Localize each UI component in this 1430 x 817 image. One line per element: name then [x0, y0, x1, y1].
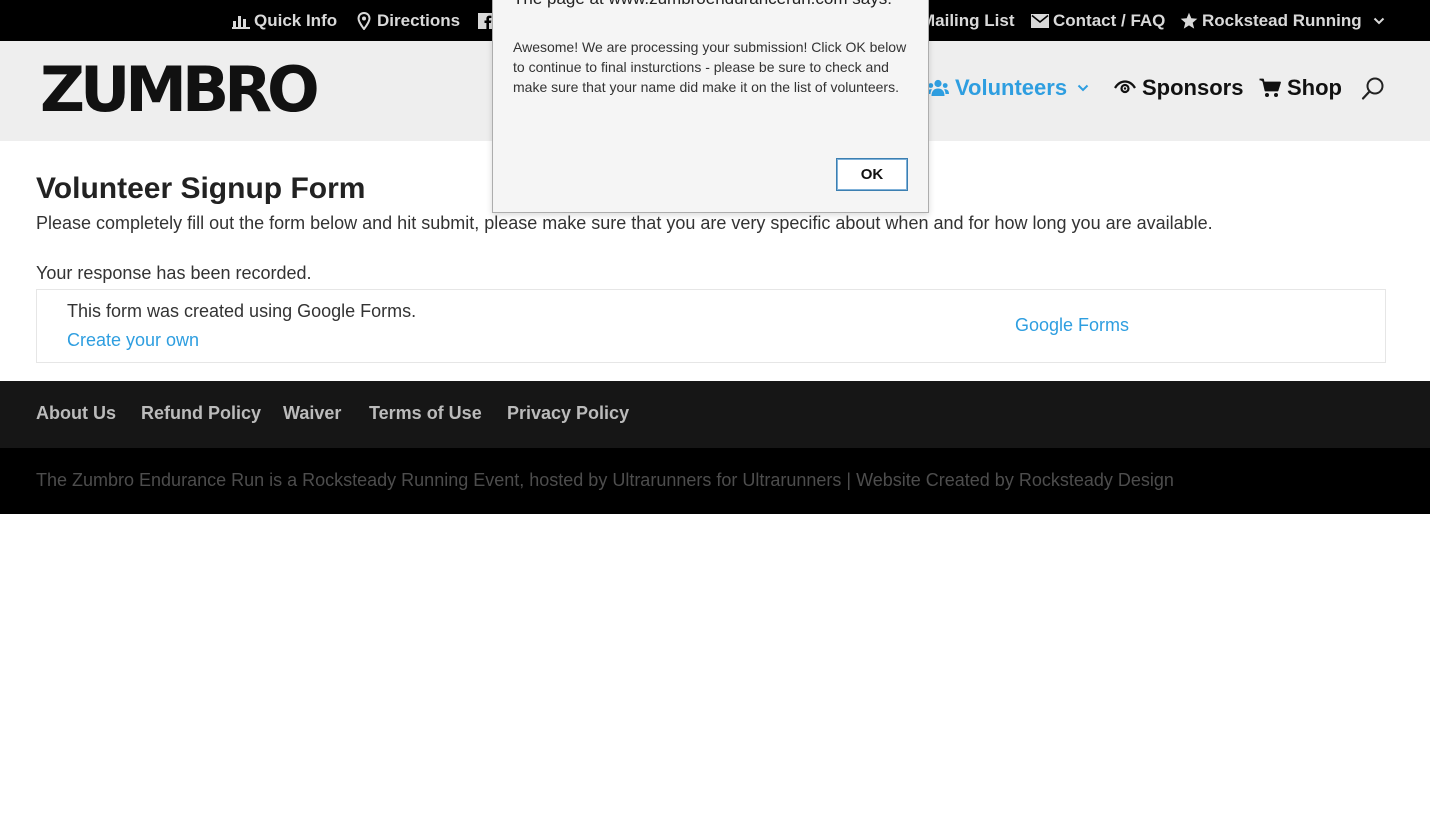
chevron-down-icon: [1077, 83, 1089, 93]
footer-link-refund-policy[interactable]: Refund Policy: [141, 403, 261, 424]
copyright-text: The Zumbro Endurance Run is a Rocksteady…: [36, 470, 1174, 490]
nav-item-sponsors[interactable]: Sponsors: [1114, 70, 1243, 106]
google-forms-link[interactable]: Google Forms: [1015, 315, 1129, 336]
dialog-message: Awesome! We are processing your submissi…: [513, 39, 907, 95]
dialog-title: The page at www.zumbroendurancerun.com s…: [513, 0, 892, 9]
top-link-label: Rockstead Running: [1202, 10, 1362, 30]
alert-dialog: The page at www.zumbroendurancerun.com s…: [492, 0, 929, 213]
site-logo[interactable]: ZUMBRO: [40, 59, 320, 121]
top-link-directions[interactable]: Directions: [355, 0, 460, 41]
top-link-mailing-list[interactable]: Mailing List: [921, 0, 1015, 41]
ok-button[interactable]: OK: [836, 158, 908, 191]
top-link-label: Directions: [377, 10, 461, 30]
footer-link-terms-of-use[interactable]: Terms of Use: [369, 403, 482, 424]
footer-link-privacy-policy[interactable]: Privacy Policy: [507, 403, 629, 424]
map-pin-icon: [355, 11, 373, 30]
users-icon: [927, 79, 949, 97]
search-button[interactable]: [1360, 76, 1386, 102]
page-title: Volunteer Signup Form: [36, 172, 366, 205]
chevron-down-icon: [1370, 12, 1388, 30]
form-created-text: This form was created using Google Forms…: [67, 301, 417, 321]
envelope-icon: [1031, 12, 1049, 30]
nav-item-shop[interactable]: Shop: [1259, 70, 1342, 106]
footer-link-about-us[interactable]: About Us: [36, 403, 116, 424]
bar-chart-icon: [232, 12, 250, 30]
nav-item-label: Volunteers: [955, 75, 1068, 100]
top-link-label: Mailing List: [921, 10, 1015, 30]
footer-nav: About Us Refund Policy Waiver Terms of U…: [0, 381, 1430, 448]
search-icon: [1361, 77, 1384, 100]
page-description: Please completely fill out the form belo…: [36, 213, 1213, 233]
response-recorded-message: Your response has been recorded.: [36, 263, 312, 283]
top-link-label: Contact / FAQ: [1053, 10, 1166, 30]
footer-bottom-bar: The Zumbro Endurance Run is a Rocksteady…: [0, 448, 1430, 514]
google-forms-footer: This form was created using Google Forms…: [36, 289, 1386, 363]
footer-link-waiver[interactable]: Waiver: [283, 403, 341, 424]
nav-item-volunteers[interactable]: Volunteers: [927, 70, 1089, 106]
top-link-rockstead-running[interactable]: Rockstead Running: [1180, 0, 1388, 41]
star-icon: [1180, 12, 1198, 30]
cart-icon: [1259, 78, 1281, 98]
top-link-quick-info[interactable]: Quick Info: [232, 0, 337, 41]
create-your-own-link[interactable]: Create your own: [67, 330, 199, 351]
nav-item-label: Shop: [1287, 75, 1342, 100]
top-link-label: Quick Info: [254, 10, 338, 30]
eye-icon: [1114, 80, 1136, 96]
top-link-contact-faq[interactable]: Contact / FAQ: [1031, 0, 1165, 41]
nav-item-label: Sponsors: [1142, 75, 1244, 100]
